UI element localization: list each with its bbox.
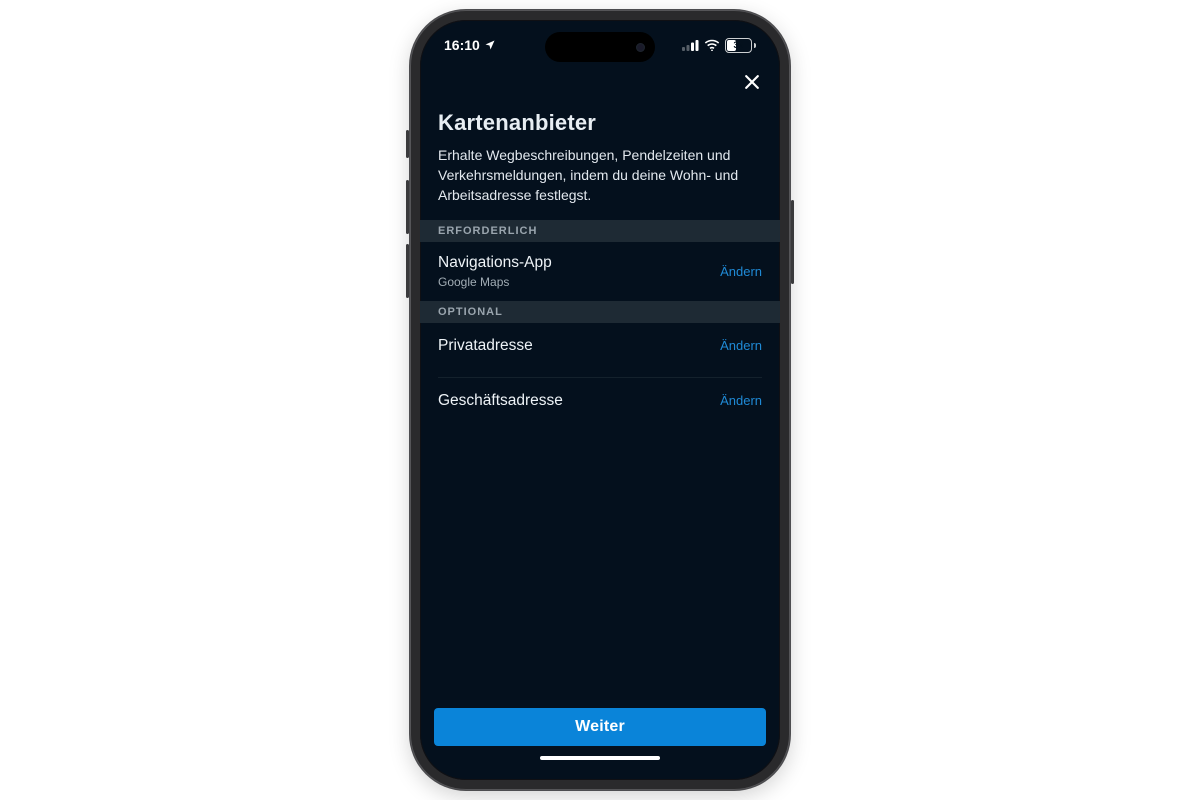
screen: 16:10 [420,20,780,780]
status-bar-right: 36 [682,38,756,53]
power-button [791,200,794,284]
row-work-address[interactable]: Geschäftsadresse Ändern [438,377,762,432]
row-home-address[interactable]: Privatadresse Ändern [438,323,762,377]
section-header-required: ERFORDERLICH [420,220,780,242]
work-address-change-link[interactable]: Ändern [720,393,762,408]
content: Kartenanbieter Erhalte Wegbeschreibungen… [420,98,780,432]
status-bar-left: 16:10 [444,37,496,53]
row-nav-app[interactable]: Navigations-App Google Maps Ändern [438,242,762,301]
wifi-icon [704,39,720,51]
stage: 16:10 [0,0,1200,800]
home-address-label: Privatadresse [438,337,533,355]
nav-row [420,70,780,98]
section-header-optional: OPTIONAL [420,301,780,323]
dynamic-island [545,32,655,62]
page-title: Kartenanbieter [438,110,762,136]
cellular-icon [682,40,699,51]
volume-up-button [406,180,409,234]
home-indicator[interactable] [540,756,660,760]
battery-indicator: 36 [725,38,756,53]
nav-app-value: Google Maps [438,275,552,289]
location-icon [484,39,496,51]
mute-switch [406,130,409,158]
volume-down-button [406,244,409,298]
section-required: Navigations-App Google Maps Ändern [438,242,762,301]
nav-app-change-link[interactable]: Ändern [720,264,762,279]
page-subtitle: Erhalte Wegbeschreibungen, Pendelzeiten … [438,146,762,206]
front-camera [636,43,645,52]
nav-app-label: Navigations-App [438,254,552,272]
battery-percent: 36 [733,40,743,50]
close-icon[interactable] [742,72,762,92]
continue-button[interactable]: Weiter [434,708,766,746]
status-time: 16:10 [444,37,480,53]
work-address-label: Geschäftsadresse [438,392,563,410]
section-optional: Privatadresse Ändern Geschäftsadresse Än… [438,323,762,432]
phone-frame: 16:10 [410,10,790,790]
bottom-bar: Weiter [420,708,780,780]
home-address-change-link[interactable]: Ändern [720,338,762,353]
